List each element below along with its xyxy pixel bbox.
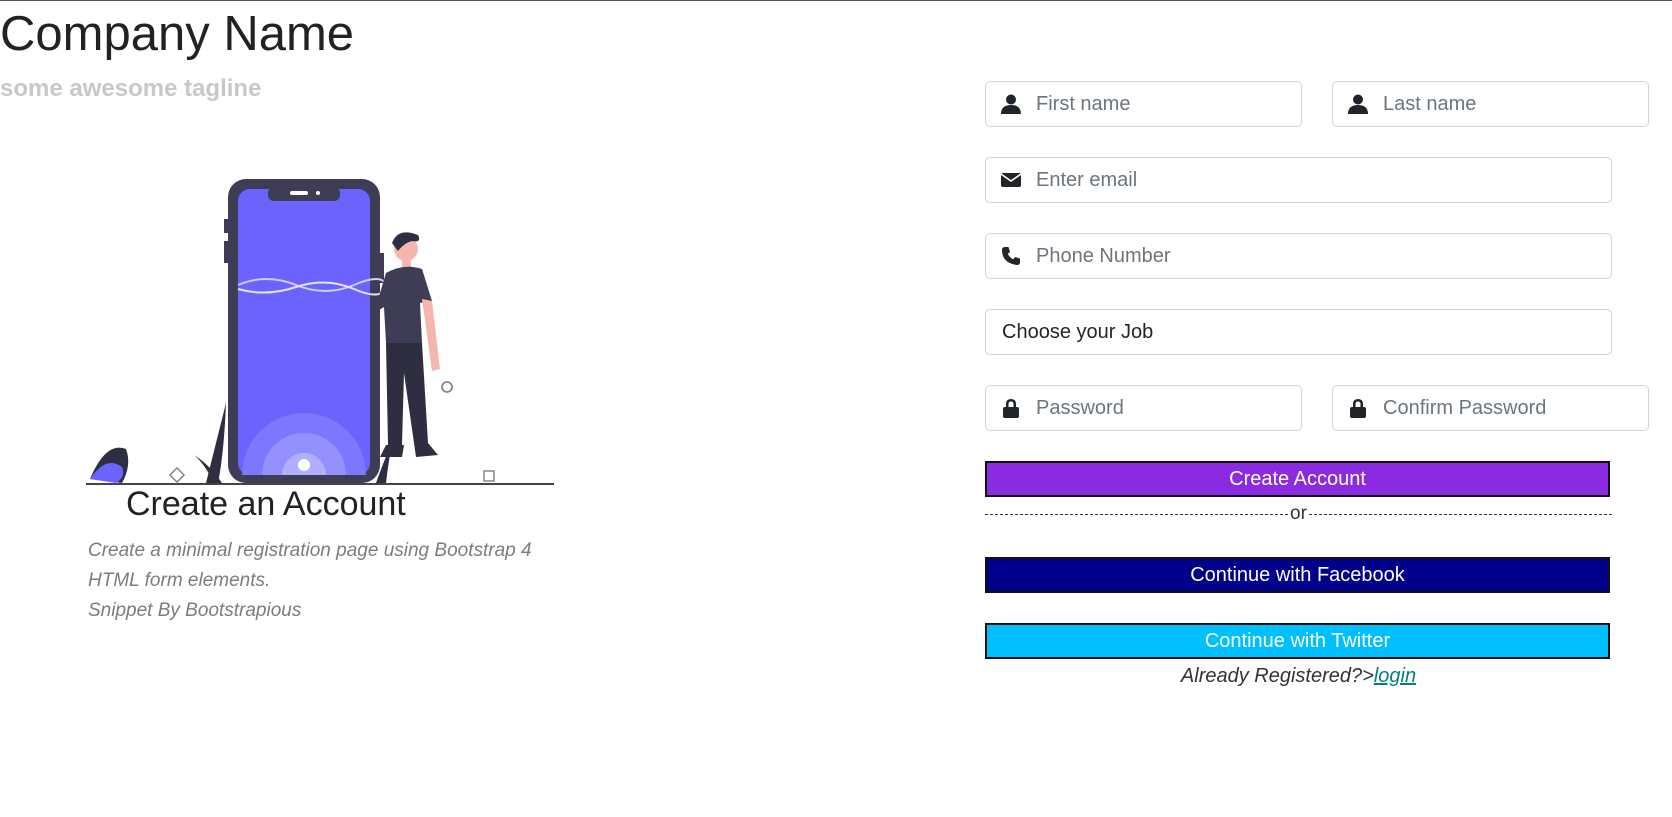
lock-icon <box>1333 398 1383 418</box>
snippet-credit: Snippet By Bootstrapious <box>88 600 302 621</box>
or-text: or <box>1290 503 1307 524</box>
email-field[interactable] <box>985 157 1612 203</box>
last-name-input[interactable] <box>1383 92 1648 116</box>
twitter-button[interactable]: Continue with Twitter <box>985 623 1610 659</box>
confirm-password-input[interactable] <box>1383 396 1648 420</box>
phone-icon <box>986 246 1036 266</box>
brand: Company Name some awesome tagline <box>0 5 354 103</box>
intro-section: Create an Account Create a minimal regis… <box>88 485 588 626</box>
envelope-icon <box>986 170 1036 190</box>
confirm-password-field[interactable] <box>1332 385 1649 431</box>
job-select[interactable]: Choose your Job <box>985 309 1612 355</box>
phone-illustration <box>86 173 556 495</box>
lock-icon <box>986 398 1036 418</box>
already-registered: Already Registered?>login <box>985 665 1612 688</box>
phone-number-input[interactable] <box>1036 244 1611 268</box>
facebook-button[interactable]: Continue with Facebook <box>985 557 1610 593</box>
create-account-button[interactable]: Create Account <box>985 461 1610 497</box>
first-name-input[interactable] <box>1036 92 1301 116</box>
login-link[interactable]: login <box>1374 665 1416 687</box>
already-registered-text: Already Registered?> <box>1180 665 1374 687</box>
last-name-field[interactable] <box>1332 81 1649 127</box>
tagline: some awesome tagline <box>0 75 262 102</box>
user-icon <box>1333 94 1383 114</box>
job-select-value: Choose your Job <box>1002 320 1154 343</box>
password-input[interactable] <box>1036 396 1301 420</box>
email-input[interactable] <box>1036 168 1611 192</box>
registration-form: Choose your Job Create Account or Contin… <box>985 81 1649 688</box>
description-line-2: HTML form elements. <box>88 570 271 591</box>
company-name: Company Name <box>0 7 355 61</box>
or-divider: or <box>985 503 1612 525</box>
divider-line <box>1308 513 1612 515</box>
intro-description: Create a minimal registration page using… <box>88 536 588 626</box>
description-line-1: Create a minimal registration page using… <box>88 540 532 561</box>
intro-title: Create an Account <box>126 485 406 523</box>
user-icon <box>986 94 1036 114</box>
phone-field[interactable] <box>985 233 1612 279</box>
divider-line <box>985 513 1289 515</box>
first-name-field[interactable] <box>985 81 1302 127</box>
password-field[interactable] <box>985 385 1302 431</box>
